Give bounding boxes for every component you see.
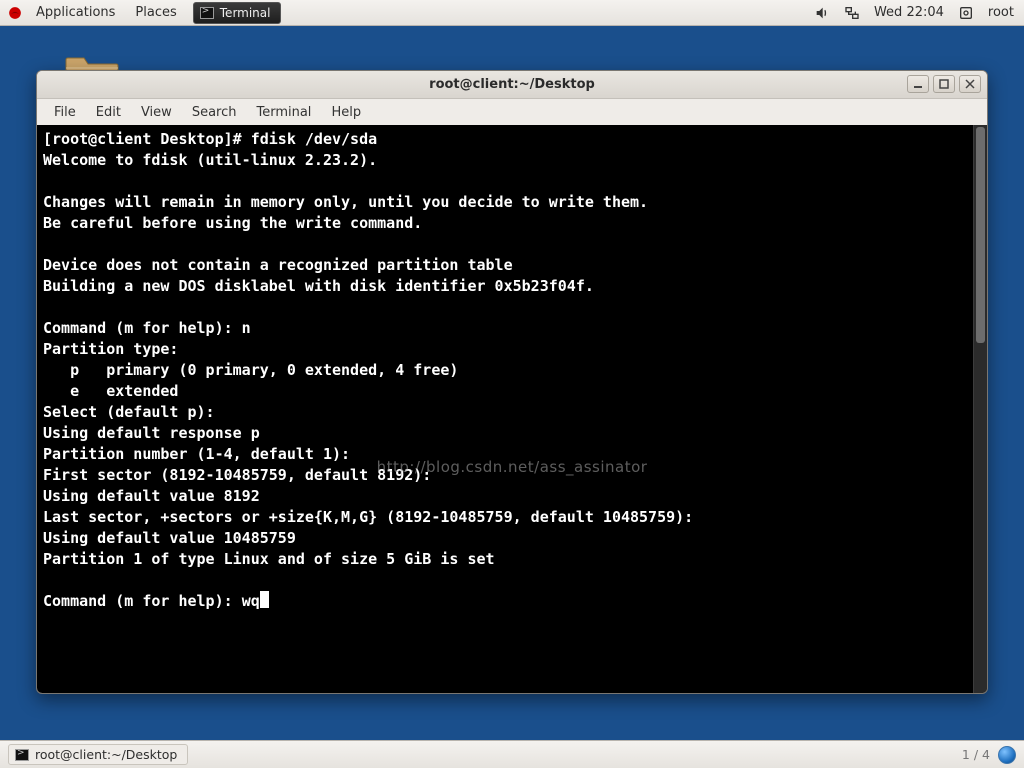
bottom-right: 1 / 4 xyxy=(962,746,1016,764)
menu-terminal[interactable]: Terminal xyxy=(247,103,320,122)
term-line: First sector (8192-10485759, default 819… xyxy=(43,466,440,484)
taskbar-app-label: Terminal xyxy=(220,6,271,20)
window-title: root@client:~/Desktop xyxy=(429,77,595,92)
term-line: p primary (0 primary, 0 extended, 4 free… xyxy=(43,361,458,379)
term-line: Welcome to fdisk (util-linux 2.23.2). xyxy=(43,151,377,169)
distro-logo-icon xyxy=(8,6,22,20)
close-button[interactable] xyxy=(959,75,981,93)
term-line: [root@client Desktop]# fdisk /dev/sda xyxy=(43,130,377,148)
bottom-task-terminal[interactable]: root@client:~/Desktop xyxy=(8,744,188,765)
volume-icon[interactable] xyxy=(814,5,830,21)
terminal-output: [root@client Desktop]# fdisk /dev/sda We… xyxy=(43,129,981,612)
term-line: Partition type: xyxy=(43,340,178,358)
panel-left: Applications Places Terminal xyxy=(0,0,281,25)
workspace-pager-text: 1 / 4 xyxy=(962,747,990,762)
term-line: Building a new DOS disklabel with disk i… xyxy=(43,277,594,295)
window-controls xyxy=(907,75,981,93)
applications-label: Applications xyxy=(36,5,115,20)
term-line: Using default response p xyxy=(43,424,260,442)
menubar: File Edit View Search Terminal Help xyxy=(37,99,987,125)
workspace-indicator-icon[interactable] xyxy=(998,746,1016,764)
term-line: Partition 1 of type Linux and of size 5 … xyxy=(43,550,495,568)
clock[interactable]: Wed 22:04 xyxy=(874,5,944,20)
term-prompt: Command (m for help): xyxy=(43,592,242,610)
panel-right: Wed 22:04 root xyxy=(814,0,1024,25)
terminal-icon xyxy=(200,7,214,19)
minimize-button[interactable] xyxy=(907,75,929,93)
term-line: Using default value 10485759 xyxy=(43,529,296,547)
term-line: e extended xyxy=(43,382,178,400)
power-icon[interactable] xyxy=(958,5,974,21)
term-line: Changes will remain in memory only, unti… xyxy=(43,193,648,211)
term-line: Partition number (1-4, default 1): xyxy=(43,445,359,463)
scrollbar-thumb[interactable] xyxy=(976,127,985,343)
terminal-viewport[interactable]: http://blog.csdn.net/ass_assinator [root… xyxy=(37,125,987,693)
network-icon[interactable] xyxy=(844,5,860,21)
term-line: Device does not contain a recognized par… xyxy=(43,256,513,274)
terminal-window: root@client:~/Desktop File Edit View Sea… xyxy=(36,70,988,694)
term-line: Using default value 8192 xyxy=(43,487,260,505)
places-label: Places xyxy=(135,5,176,20)
bottom-task-label: root@client:~/Desktop xyxy=(35,747,177,762)
menu-view[interactable]: View xyxy=(132,103,181,122)
menu-search[interactable]: Search xyxy=(183,103,246,122)
maximize-button[interactable] xyxy=(933,75,955,93)
taskbar-app-terminal[interactable]: Terminal xyxy=(193,2,282,24)
term-line: Last sector, +sectors or +size{K,M,G} (8… xyxy=(43,508,702,526)
term-input: wq xyxy=(242,592,260,610)
top-panel: Applications Places Terminal Wed 22:04 r… xyxy=(0,0,1024,26)
titlebar[interactable]: root@client:~/Desktop xyxy=(37,71,987,99)
menu-edit[interactable]: Edit xyxy=(87,103,130,122)
term-line: Command (m for help): n xyxy=(43,319,251,337)
menu-file[interactable]: File xyxy=(45,103,85,122)
term-line: Select (default p): xyxy=(43,403,224,421)
menu-help[interactable]: Help xyxy=(322,103,370,122)
terminal-icon xyxy=(15,749,29,761)
user-menu[interactable]: root xyxy=(988,5,1014,20)
term-line: Be careful before using the write comman… xyxy=(43,214,422,232)
places-menu[interactable]: Places xyxy=(125,0,186,25)
bottom-panel: root@client:~/Desktop 1 / 4 xyxy=(0,740,1024,768)
cursor-icon xyxy=(260,591,269,608)
terminal-scrollbar[interactable] xyxy=(973,125,987,693)
applications-menu[interactable]: Applications xyxy=(26,0,125,25)
